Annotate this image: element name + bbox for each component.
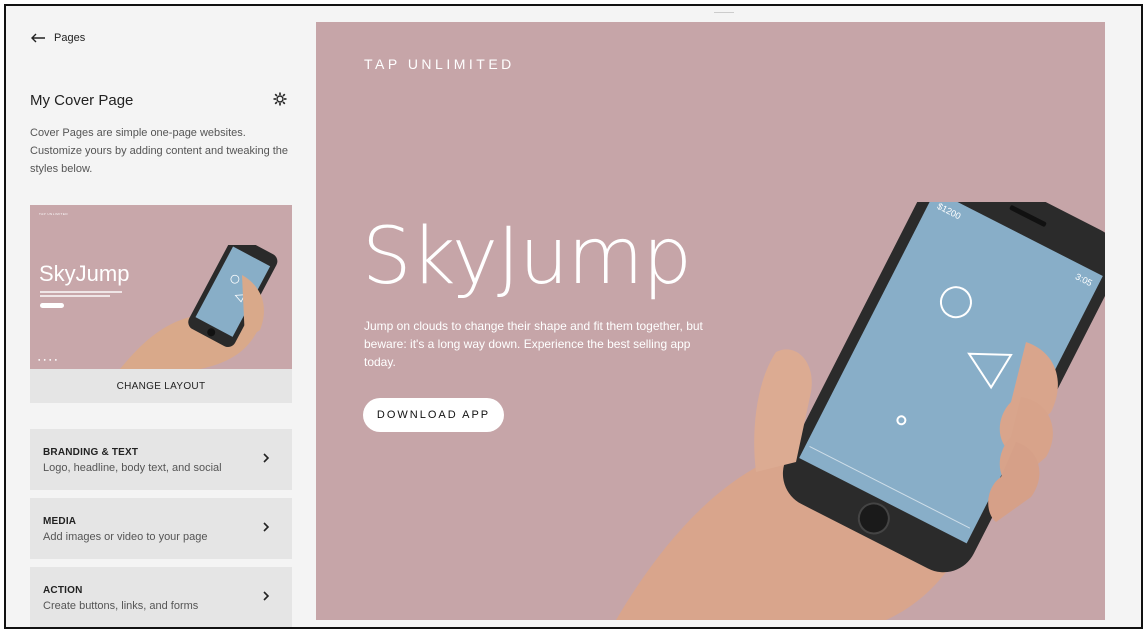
page-description: Cover Pages are simple one-page websites… xyxy=(30,127,289,175)
drag-handle[interactable] xyxy=(714,12,734,13)
action-panel[interactable]: ACTION Create buttons, links, and forms xyxy=(30,567,292,627)
app-window: Pages My Cover Page Cover Pages are simp… xyxy=(4,4,1143,629)
thumbnail-button xyxy=(40,303,64,308)
thumbnail-social-dots: ● ● ● ● xyxy=(38,357,58,362)
chevron-right-icon xyxy=(263,522,270,532)
chevron-right-icon xyxy=(263,591,270,601)
back-label: Pages xyxy=(54,32,86,44)
panel-title: ACTION xyxy=(43,585,83,596)
sidebar: Pages My Cover Page Cover Pages are simp… xyxy=(6,6,312,627)
branding-and-text-panel[interactable]: BRANDING & TEXT Logo, headline, body tex… xyxy=(30,429,292,490)
chevron-right-icon xyxy=(263,453,270,463)
media-panel[interactable]: MEDIA Add images or video to your page xyxy=(30,498,292,559)
gear-icon[interactable] xyxy=(273,92,287,111)
layout-thumbnail[interactable]: TAP UNLIMITED SkyJump ● ● ● ● xyxy=(30,205,292,369)
thumbnail-phone-image xyxy=(120,245,278,369)
download-app-button[interactable]: DOWNLOAD APP xyxy=(363,398,504,432)
panel-title: BRANDING & TEXT xyxy=(43,447,139,458)
arrow-left-icon xyxy=(31,33,45,43)
thumbnail-body-line xyxy=(40,295,110,297)
panel-subtitle: Create buttons, links, and forms xyxy=(43,600,199,612)
hand-holding-phone-image: $1200 3:05 xyxy=(616,202,1105,620)
back-to-pages-link[interactable]: Pages xyxy=(30,32,85,44)
thumbnail-brand: TAP UNLIMITED xyxy=(39,212,69,216)
cover-page-preview[interactable]: TAP UNLIMITED SkyJump Jump on clouds to … xyxy=(316,22,1105,620)
panel-subtitle: Logo, headline, body text, and social xyxy=(43,462,222,474)
change-layout-button[interactable]: CHANGE LAYOUT xyxy=(30,369,292,403)
page-title: My Cover Page xyxy=(30,92,134,109)
panel-subtitle: Add images or video to your page xyxy=(43,531,208,543)
preview-brand[interactable]: TAP UNLIMITED xyxy=(364,56,515,72)
panel-title: MEDIA xyxy=(43,516,77,527)
